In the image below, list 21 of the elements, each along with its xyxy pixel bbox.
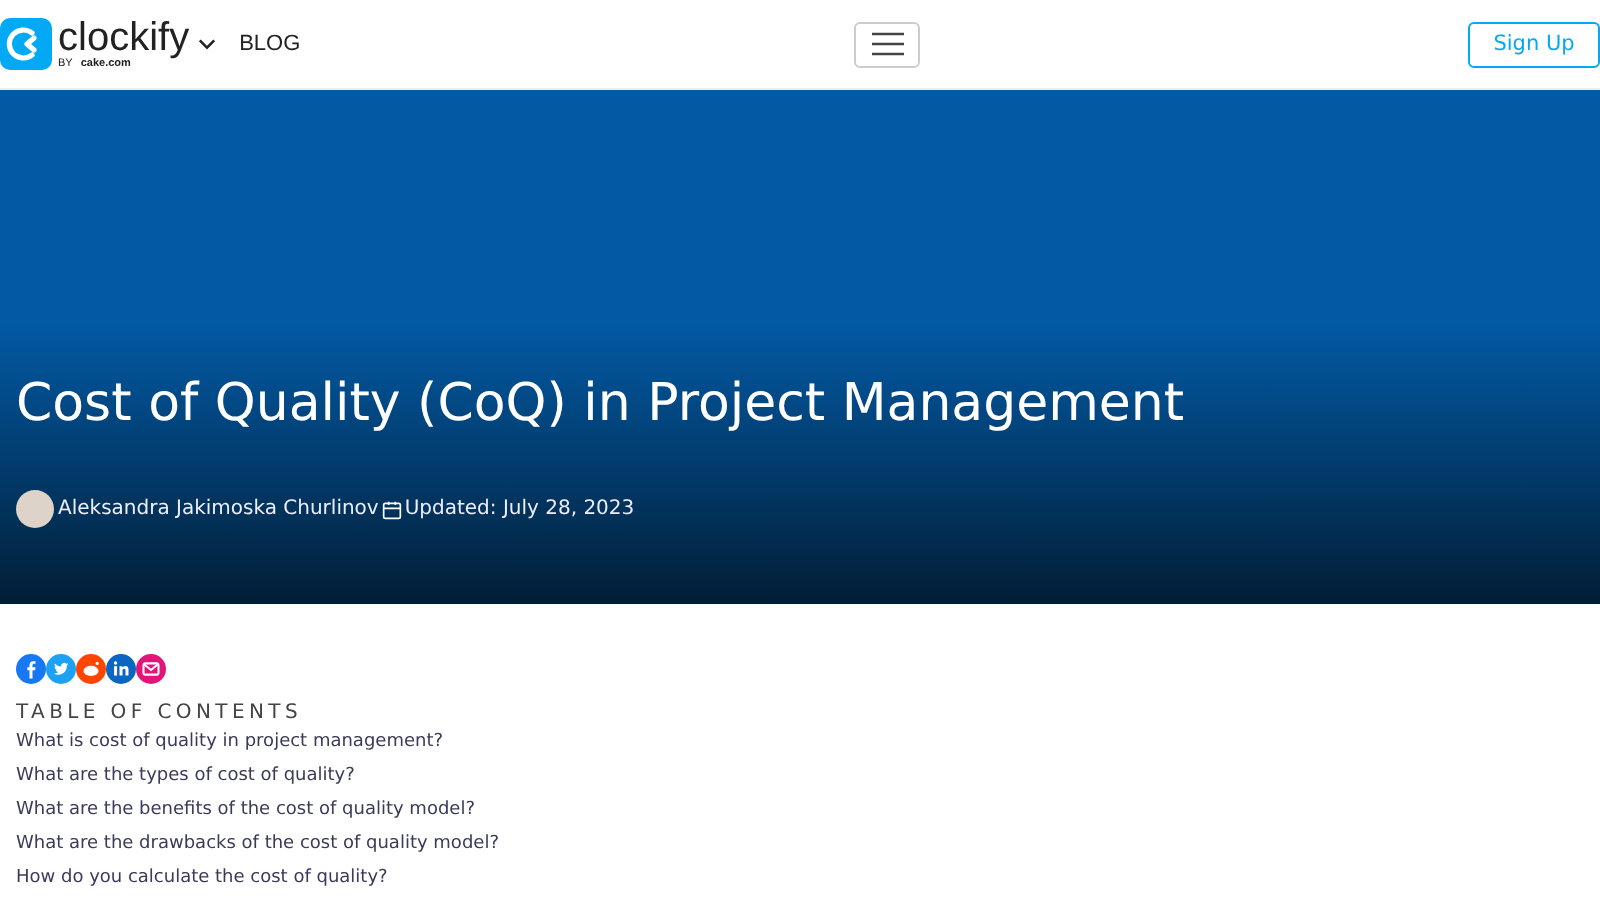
toc-heading: TABLE OF CONTENTS bbox=[16, 702, 305, 726]
linkedin-share-icon[interactable] bbox=[106, 654, 136, 684]
logo-wordmark: clockify bbox=[58, 17, 190, 57]
menu-icon bbox=[871, 32, 904, 56]
toc-link[interactable]: What are the types of cost of quality? bbox=[16, 760, 1584, 794]
toc-link[interactable]: How do you calculate the cost of quality? bbox=[16, 862, 1584, 896]
calendar-icon bbox=[382, 499, 403, 519]
email-share-icon[interactable] bbox=[136, 654, 166, 684]
facebook-share-icon[interactable] bbox=[16, 654, 46, 684]
author-avatar bbox=[16, 490, 54, 528]
updated-date: Updated: July 28, 2023 bbox=[404, 498, 635, 520]
blog-link[interactable]: BLOG bbox=[239, 32, 301, 56]
twitter-share-icon[interactable] bbox=[46, 654, 76, 684]
article-title: Cost of Quality (CoQ) in Project Management bbox=[16, 372, 1187, 438]
toc-link[interactable]: What are the drawbacks of the cost of quality model? bbox=[16, 828, 1584, 862]
chevron-down-icon[interactable] bbox=[197, 38, 216, 50]
toc-link[interactable]: What are the benefits of the cost of quality model? bbox=[16, 794, 1584, 828]
author-name: Aleksandra Jakimoska Churlinov bbox=[58, 498, 379, 520]
reddit-share-icon[interactable] bbox=[76, 654, 106, 684]
toc-link[interactable]: What is cost of quality in project management? bbox=[16, 726, 1584, 760]
menu-button[interactable] bbox=[854, 21, 921, 67]
